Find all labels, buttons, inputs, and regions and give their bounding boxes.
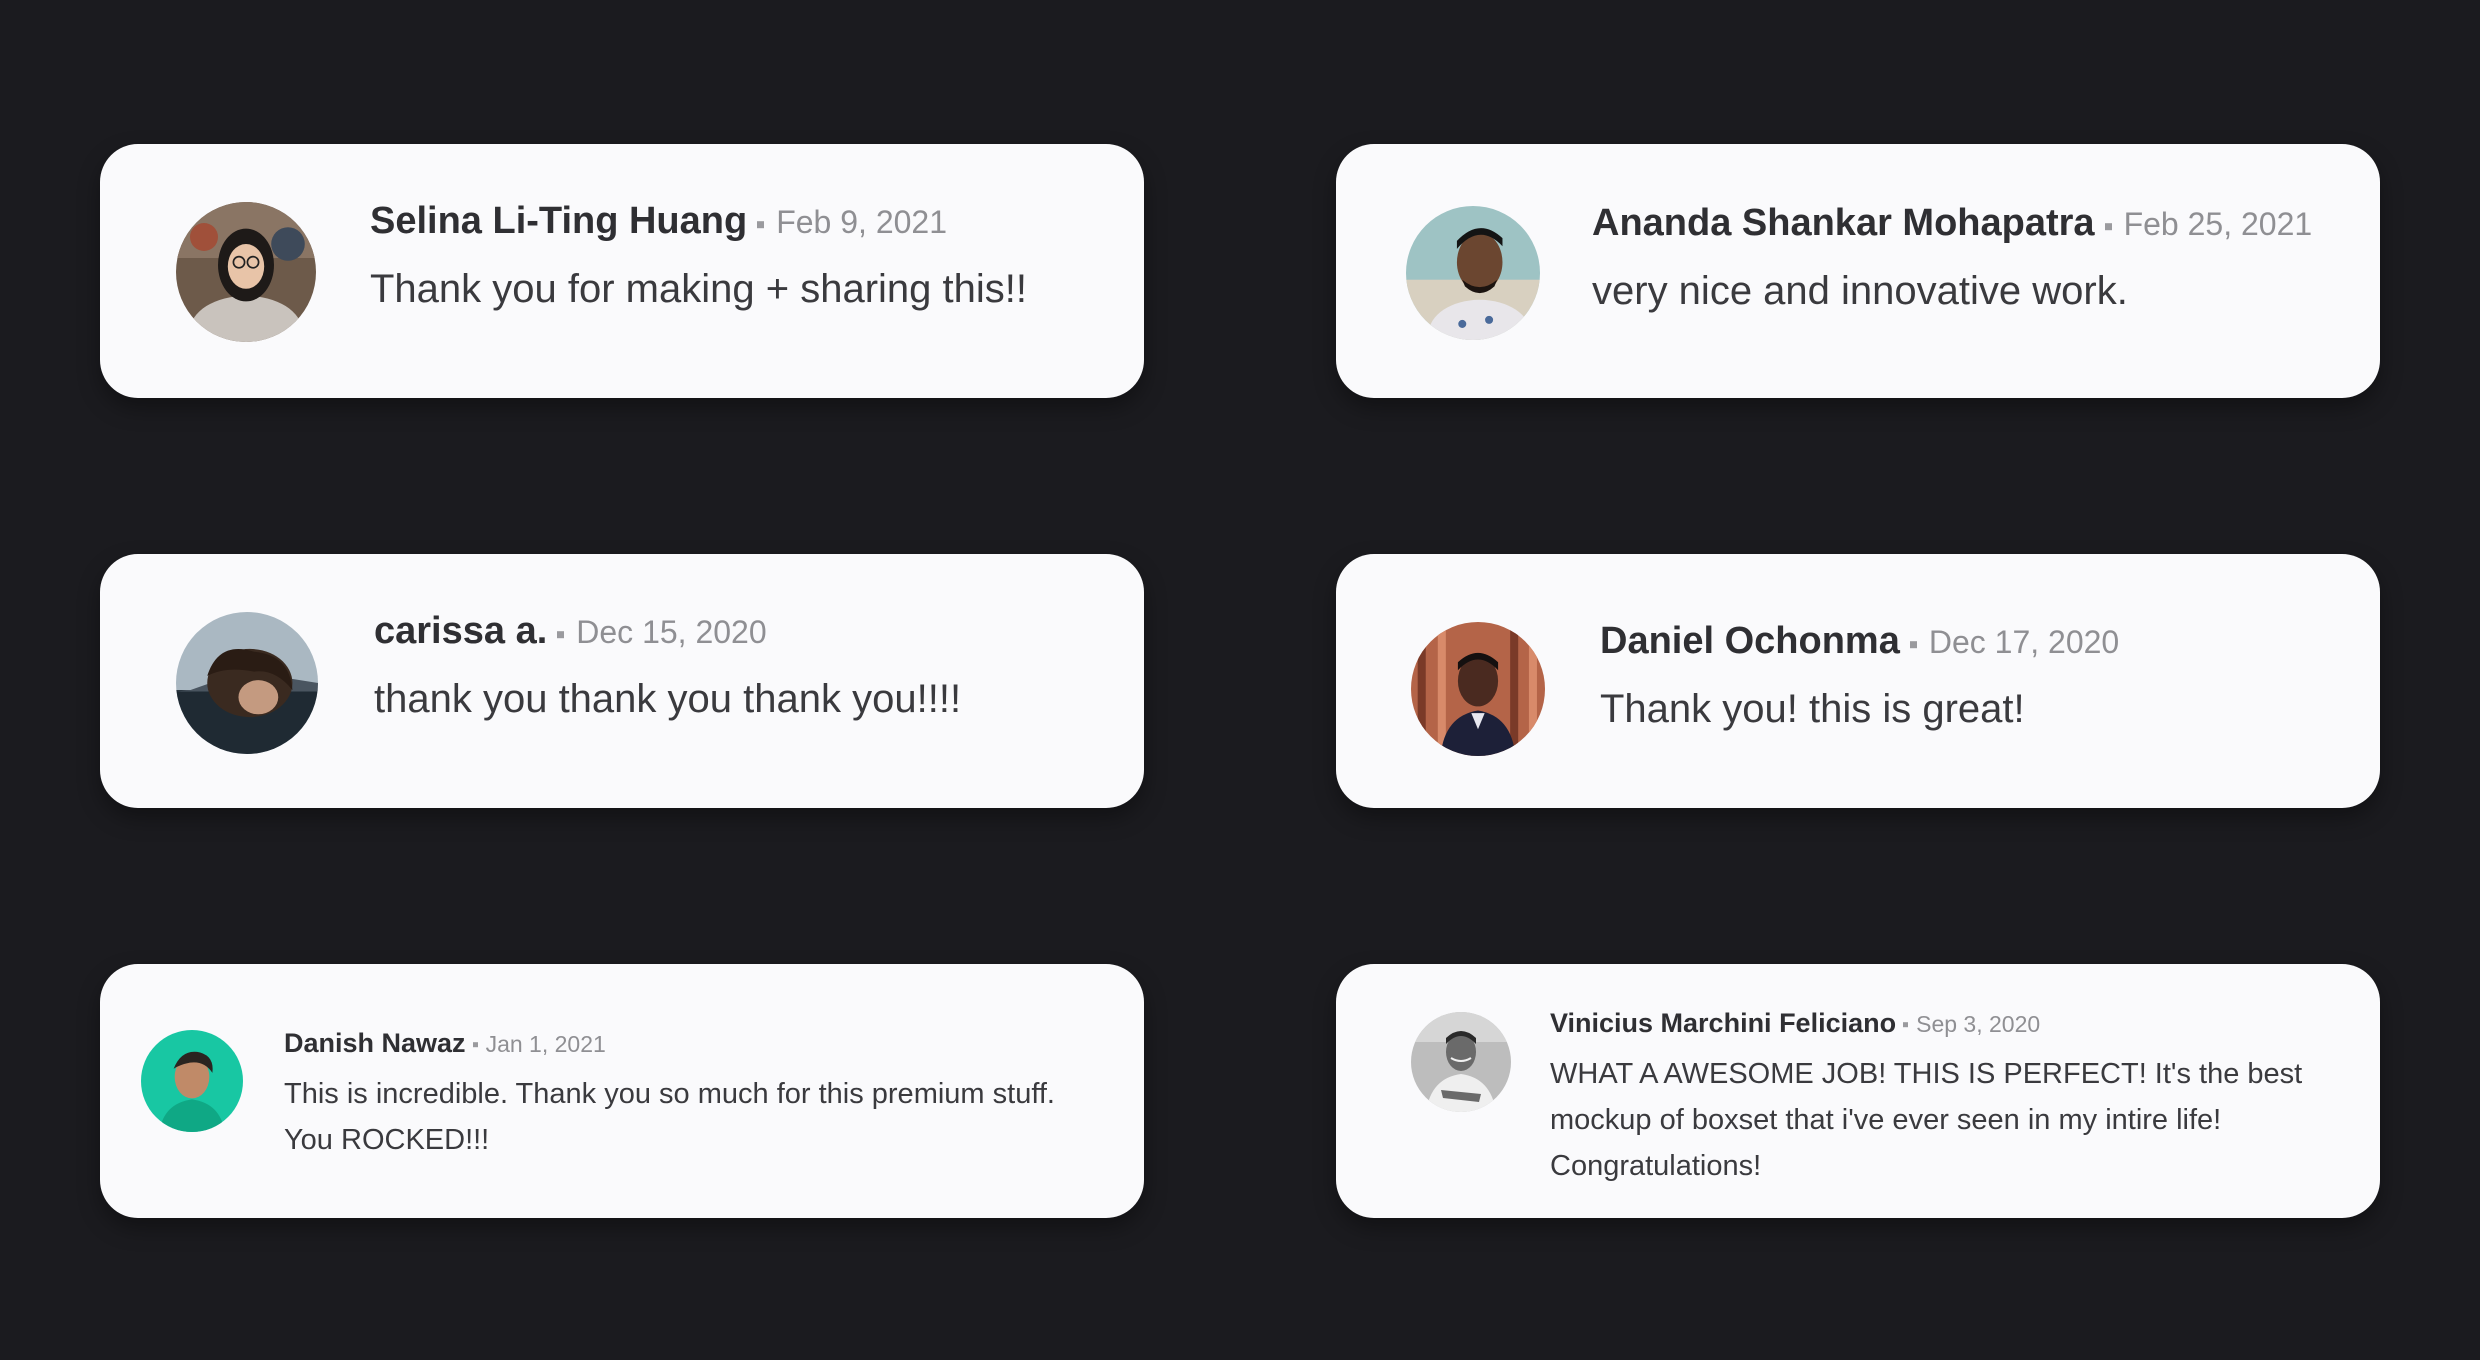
testimonial-card: Daniel Ochonma Dec 17, 2020 Thank you! t… xyxy=(1336,554,2380,808)
testimonial-message: WHAT A AWESOME JOB! THIS IS PERFECT! It'… xyxy=(1550,1051,2350,1189)
post-date: Feb 9, 2021 xyxy=(776,204,947,240)
author-name: Daniel Ochonma xyxy=(1600,620,1900,662)
user-photo-icon xyxy=(1406,206,1540,340)
testimonial-card: carissa a. Dec 15, 2020 thank you thank … xyxy=(100,554,1144,808)
testimonial-message: thank you thank you thank you!!!! xyxy=(374,677,962,721)
avatar xyxy=(176,612,318,754)
testimonial-header: Vinicius Marchini Feliciano Sep 3, 2020 xyxy=(1550,1008,2350,1039)
testimonial-message: This is incredible. Thank you so much fo… xyxy=(284,1071,1124,1163)
post-date: Jan 1, 2021 xyxy=(485,1031,606,1057)
message-line: WHAT A AWESOME JOB! THIS IS PERFECT! It'… xyxy=(1550,1058,2303,1090)
avatar xyxy=(1411,1012,1511,1112)
testimonial-header: Daniel Ochonma Dec 17, 2020 xyxy=(1600,620,2119,663)
author-name: Ananda Shankar Mohapatra xyxy=(1592,202,2095,244)
avatar xyxy=(141,1030,243,1132)
testimonial-card: Vinicius Marchini Feliciano Sep 3, 2020 … xyxy=(1336,964,2380,1218)
post-date: Dec 17, 2020 xyxy=(1928,624,2120,660)
post-date: Feb 25, 2021 xyxy=(2123,206,2313,242)
post-date: Dec 15, 2020 xyxy=(576,614,767,650)
separator-dot xyxy=(557,631,565,639)
avatar xyxy=(1411,622,1545,756)
testimonial-card: Selina Li-Ting Huang Feb 9, 2021 Thank y… xyxy=(100,144,1144,398)
user-photo-icon xyxy=(141,1030,243,1132)
testimonial-header: Ananda Shankar Mohapatra Feb 25, 2021 xyxy=(1592,202,2312,245)
post-date: Sep 3, 2020 xyxy=(1916,1011,2041,1037)
separator-dot xyxy=(1903,1022,1909,1028)
testimonial-header: carissa a. Dec 15, 2020 xyxy=(374,610,961,653)
testimonial-card: Danish Nawaz Jan 1, 2021 This is incredi… xyxy=(100,964,1144,1218)
user-photo-icon xyxy=(1411,622,1545,756)
avatar xyxy=(1406,206,1540,340)
message-line: You ROCKED!!! xyxy=(284,1124,490,1156)
testimonials-canvas: Selina Li-Ting Huang Feb 9, 2021 Thank y… xyxy=(0,0,2480,1360)
message-line: Congratulations! xyxy=(1550,1150,1762,1182)
author-name: Danish Nawaz xyxy=(284,1028,466,1058)
testimonial-message: very nice and innovative work. xyxy=(1592,269,2128,313)
separator-dot xyxy=(472,1042,478,1048)
avatar xyxy=(176,202,316,342)
message-line: mockup of boxset that i've ever seen in … xyxy=(1550,1104,2222,1136)
testimonial-header: Selina Li-Ting Huang Feb 9, 2021 xyxy=(370,200,1027,243)
testimonial-card: Ananda Shankar Mohapatra Feb 25, 2021 ve… xyxy=(1336,144,2380,398)
author-name: Selina Li-Ting Huang xyxy=(370,200,748,242)
separator-dot xyxy=(757,221,765,229)
separator-dot xyxy=(1909,641,1917,649)
user-photo-icon xyxy=(176,202,316,342)
user-photo-icon xyxy=(176,612,318,754)
user-photo-icon xyxy=(1411,1012,1511,1112)
testimonial-message: Thank you for making + sharing this!! xyxy=(370,267,1027,311)
author-name: Vinicius Marchini Feliciano xyxy=(1550,1008,1897,1038)
message-line: This is incredible. Thank you so much fo… xyxy=(284,1078,1055,1110)
author-name: carissa a. xyxy=(374,610,548,652)
testimonial-message: Thank you! this is great! xyxy=(1600,687,2025,731)
testimonial-header: Danish Nawaz Jan 1, 2021 xyxy=(284,1028,1124,1059)
separator-dot xyxy=(2104,223,2112,231)
